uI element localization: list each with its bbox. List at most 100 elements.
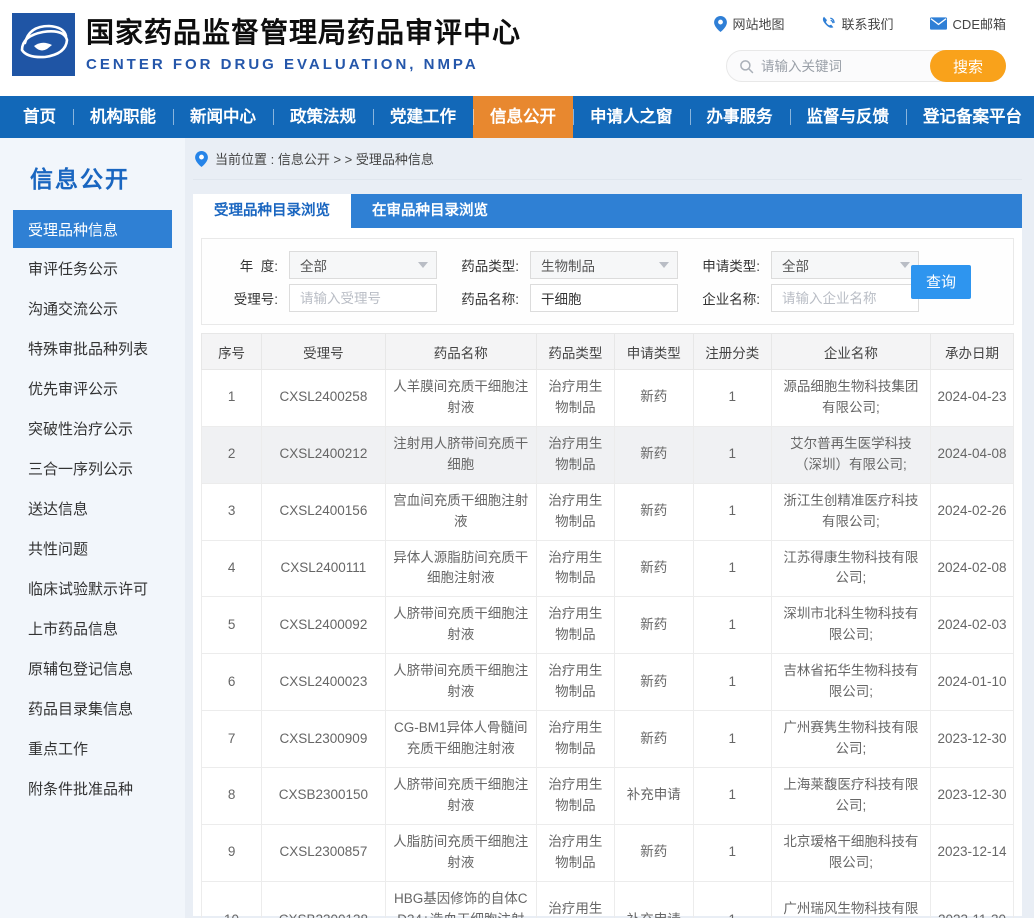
nav-item-6[interactable]: 信息公开 bbox=[473, 96, 573, 138]
table-cell: 2023-11-30 bbox=[931, 881, 1014, 918]
table-cell: 新药 bbox=[614, 483, 693, 540]
mail-icon bbox=[930, 17, 947, 30]
table-cell: 2024-01-10 bbox=[931, 654, 1014, 711]
results-table: 序号受理号药品名称药品类型申请类型注册分类企业名称承办日期 1CXSL24002… bbox=[201, 333, 1014, 918]
table-row: 1CXSL2400258人羊膜间充质干细胞注射液治疗用生物制品新药1源品细胞生物… bbox=[202, 370, 1014, 427]
sidebar-item-10[interactable]: 临床试验默示许可 bbox=[0, 568, 185, 608]
sidebar-item-11[interactable]: 上市药品信息 bbox=[0, 608, 185, 648]
table-cell: 1 bbox=[693, 711, 771, 768]
search-input[interactable] bbox=[761, 59, 921, 74]
table-cell: 注射用人脐带间充质干细胞 bbox=[385, 426, 536, 483]
table-cell: 5 bbox=[202, 597, 262, 654]
contact-link[interactable]: 联系我们 bbox=[821, 14, 894, 33]
query-button[interactable]: 查询 bbox=[911, 265, 971, 299]
site-search: 搜索 bbox=[726, 50, 1006, 82]
nav-item-2[interactable]: 机构职能 bbox=[73, 96, 173, 138]
nav-item-4[interactable]: 政策法规 bbox=[273, 96, 373, 138]
filter-row-1: 年 度: 全部 药品类型: 生物制品 申请类型: 全部 bbox=[204, 250, 1013, 280]
drug-name-input[interactable] bbox=[530, 284, 678, 312]
table-cell: 新药 bbox=[614, 540, 693, 597]
table-row: 6CXSL2400023人脐带间充质干细胞注射液治疗用生物制品新药1吉林省拓华生… bbox=[202, 654, 1014, 711]
cde-mail-label: CDE邮箱 bbox=[953, 14, 1006, 33]
sidebar-item-12[interactable]: 原辅包登记信息 bbox=[0, 648, 185, 688]
sidebar-item-13[interactable]: 药品目录集信息 bbox=[0, 688, 185, 728]
table-cell: 4 bbox=[202, 540, 262, 597]
content-card: 受理品种目录浏览 在审品种目录浏览 年 度: 全部 药品类型: 生物制品 bbox=[193, 194, 1022, 916]
sidebar-item-7[interactable]: 三合一序列公示 bbox=[0, 448, 185, 488]
nav-item-1[interactable]: 首页 bbox=[6, 96, 73, 138]
year-select[interactable]: 全部 bbox=[289, 251, 437, 279]
table-cell: 3 bbox=[202, 483, 262, 540]
table-cell: CXSL2400092 bbox=[262, 597, 386, 654]
apply-type-select-value: 全部 bbox=[782, 255, 809, 275]
nav-item-7[interactable]: 申请人之窗 bbox=[573, 96, 690, 138]
company-name-input[interactable] bbox=[771, 284, 919, 312]
location-pin-icon bbox=[195, 151, 208, 167]
tab-under-review-catalog[interactable]: 在审品种目录浏览 bbox=[351, 194, 509, 228]
filter-row-2: 受理号: 药品名称: 企业名称: bbox=[204, 283, 1013, 313]
tab-accepted-catalog[interactable]: 受理品种目录浏览 bbox=[193, 194, 351, 228]
site-subtitle: CENTER FOR DRUG EVALUATION, NMPA bbox=[86, 56, 521, 73]
column-header: 序号 bbox=[202, 334, 262, 370]
cde-mail-link[interactable]: CDE邮箱 bbox=[930, 14, 1006, 33]
table-cell: HBG基因修饰的自体CD34+造血干细胞注射液 bbox=[385, 881, 536, 918]
page: 国家药品监督管理局药品审评中心 CENTER FOR DRUG EVALUATI… bbox=[0, 0, 1034, 918]
table-cell: CXSL2400023 bbox=[262, 654, 386, 711]
table-cell: 深圳市北科生物科技有限公司; bbox=[771, 597, 930, 654]
sidebar-item-9[interactable]: 共性问题 bbox=[0, 528, 185, 568]
drug-name-label: 药品名称: bbox=[445, 288, 519, 308]
table-row: 5CXSL2400092人脐带间充质干细胞注射液治疗用生物制品新药1深圳市北科生… bbox=[202, 597, 1014, 654]
sidebar-item-15[interactable]: 附条件批准品种 bbox=[0, 768, 185, 808]
table-cell: 新药 bbox=[614, 824, 693, 881]
main-nav: 首页机构职能新闻中心政策法规党建工作信息公开申请人之窗办事服务监督与反馈登记备案… bbox=[0, 96, 1034, 138]
nav-item-10[interactable]: 登记备案平台 bbox=[906, 96, 1034, 138]
breadcrumb: 当前位置 : 信息公开 > > 受理品种信息 bbox=[193, 138, 1022, 180]
acceptance-no-input[interactable] bbox=[289, 284, 437, 312]
table-cell: 1 bbox=[693, 824, 771, 881]
sidebar-item-6[interactable]: 突破性治疗公示 bbox=[0, 408, 185, 448]
drug-type-select[interactable]: 生物制品 bbox=[530, 251, 678, 279]
phone-icon bbox=[821, 16, 836, 31]
table-cell: 1 bbox=[202, 370, 262, 427]
contact-label: 联系我们 bbox=[842, 14, 894, 33]
column-header: 申请类型 bbox=[614, 334, 693, 370]
table-cell: 吉林省拓华生物科技有限公司; bbox=[771, 654, 930, 711]
table-header-row: 序号受理号药品名称药品类型申请类型注册分类企业名称承办日期 bbox=[202, 334, 1014, 370]
column-header: 企业名称 bbox=[771, 334, 930, 370]
table-cell: 治疗用生物制品 bbox=[536, 483, 614, 540]
table-cell: 1 bbox=[693, 426, 771, 483]
sidebar-item-14[interactable]: 重点工作 bbox=[0, 728, 185, 768]
table-cell: 广州赛隽生物科技有限公司; bbox=[771, 711, 930, 768]
sitemap-link[interactable]: 网站地图 bbox=[714, 14, 785, 33]
table-row: 3CXSL2400156宫血间充质干细胞注射液治疗用生物制品新药1浙江生创精准医… bbox=[202, 483, 1014, 540]
cde-logo-icon bbox=[12, 13, 75, 76]
table-row: 2CXSL2400212注射用人脐带间充质干细胞治疗用生物制品新药1艾尔普再生医… bbox=[202, 426, 1014, 483]
table-cell: 治疗用生物制品 bbox=[536, 711, 614, 768]
table-cell: 北京瑷格干细胞科技有限公司; bbox=[771, 824, 930, 881]
sidebar-item-3[interactable]: 沟通交流公示 bbox=[0, 288, 185, 328]
nav-item-9[interactable]: 监督与反馈 bbox=[790, 96, 907, 138]
apply-type-select[interactable]: 全部 bbox=[771, 251, 919, 279]
table-cell: 治疗用生物制品 bbox=[536, 654, 614, 711]
table-cell: 2023-12-30 bbox=[931, 767, 1014, 824]
sidebar-item-1[interactable]: 受理品种信息 bbox=[13, 210, 172, 248]
nav-item-3[interactable]: 新闻中心 bbox=[173, 96, 273, 138]
table-cell: 2024-02-08 bbox=[931, 540, 1014, 597]
sidebar-item-4[interactable]: 特殊审批品种列表 bbox=[0, 328, 185, 368]
table-cell: 6 bbox=[202, 654, 262, 711]
nav-item-8[interactable]: 办事服务 bbox=[690, 96, 790, 138]
table-cell: 2024-04-23 bbox=[931, 370, 1014, 427]
company-name-label: 企业名称: bbox=[686, 288, 760, 308]
sidebar-item-5[interactable]: 优先审评公示 bbox=[0, 368, 185, 408]
table-cell: 人脐带间充质干细胞注射液 bbox=[385, 597, 536, 654]
sidebar-item-2[interactable]: 审评任务公示 bbox=[0, 248, 185, 288]
chevron-down-icon bbox=[659, 262, 669, 268]
table-cell: 人脐带间充质干细胞注射液 bbox=[385, 767, 536, 824]
search-button[interactable]: 搜索 bbox=[930, 50, 1006, 82]
table-cell: CXSL2400258 bbox=[262, 370, 386, 427]
location-pin-icon bbox=[714, 16, 727, 32]
nav-item-5[interactable]: 党建工作 bbox=[373, 96, 473, 138]
table-cell: 人脐带间充质干细胞注射液 bbox=[385, 654, 536, 711]
table-cell: CXSB2300138 bbox=[262, 881, 386, 918]
sidebar-item-8[interactable]: 送达信息 bbox=[0, 488, 185, 528]
